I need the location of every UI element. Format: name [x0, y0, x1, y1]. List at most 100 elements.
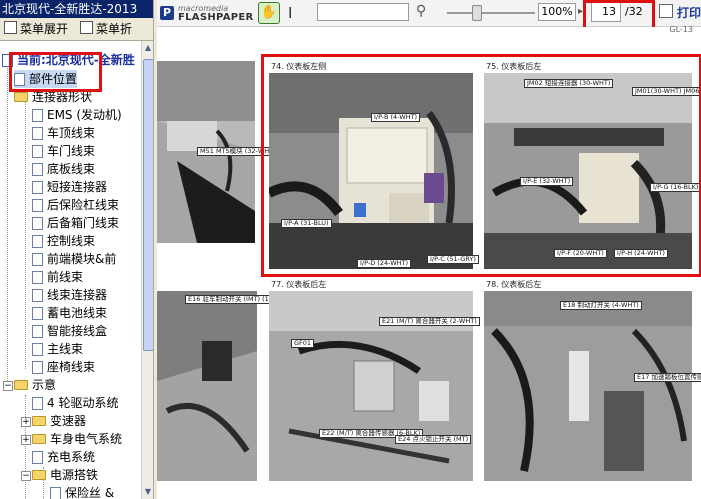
tree-item-schematic[interactable]: 示意 [14, 376, 56, 394]
tree-item-label: 后保险杠线束 [47, 198, 120, 212]
viewer-toolbar: P macromedia FLASHPAPER ✋ I ⚲ 100% ▸ 13 … [157, 0, 701, 30]
tree-guide-line [25, 395, 26, 499]
document-icon [32, 271, 43, 284]
document-icon [32, 109, 43, 122]
document-icon [32, 253, 43, 266]
tree-item-front-harness[interactable]: 前线束 [32, 268, 83, 286]
list-icon [80, 21, 93, 34]
tree-item-roof-harness[interactable]: 车顶线束 [32, 124, 95, 142]
expand-menu-button[interactable]: 菜单展开 [2, 20, 68, 38]
callout: E21 (M/T) 离合器开关 (2-WHT) [379, 317, 480, 326]
scrollbar-thumb[interactable] [143, 59, 153, 351]
text-select-icon[interactable]: I [288, 4, 292, 22]
parking-brake-photo [157, 291, 257, 481]
document-icon [32, 217, 43, 230]
tree-item-label: 电源搭铁 [50, 468, 99, 482]
tree-item-power-ground[interactable]: 电源搭铁 [32, 466, 98, 484]
document-icon [32, 235, 43, 248]
tree-item-joint-connector[interactable]: 短接连接器 [32, 178, 107, 196]
tree-item-harness-connector[interactable]: 线束连接器 [32, 286, 107, 304]
document-icon [32, 289, 43, 302]
tree-item-label: 充电系统 [47, 450, 96, 464]
tree-item-door-harness[interactable]: 车门线束 [32, 142, 95, 160]
tree-item-smart-junction-box[interactable]: 智能接线盒 [32, 322, 107, 340]
figure-photo [157, 291, 257, 481]
tree-item-main-harness[interactable]: 主线束 [32, 340, 83, 358]
tree-item-battery-harness[interactable]: 蓄电池线束 [32, 304, 107, 322]
highlight-box [583, 0, 655, 30]
tree-item-label: 车门线束 [47, 144, 96, 158]
flashpaper-icon: P [160, 6, 174, 20]
collapse-menu-button[interactable]: 菜单折 [78, 20, 132, 38]
tree-item-front-module[interactable]: 前端模块&前 [32, 250, 116, 268]
tree-item-label: 车顶线束 [47, 126, 96, 140]
tree-item-label: 连接器形状 [32, 90, 93, 104]
expand-toggle[interactable]: + [21, 435, 31, 445]
brake-pedal-photo [484, 291, 692, 481]
expand-menu-label: 菜单展开 [20, 22, 69, 36]
tree-item-floor-harness[interactable]: 底板线束 [32, 160, 95, 178]
expand-toggle[interactable]: + [21, 417, 31, 427]
tree-item-transmission[interactable]: 变速器 [32, 412, 86, 430]
hand-tool-icon[interactable]: ✋ [258, 2, 280, 24]
callout: E24 点火锁止开关 (MT) [395, 435, 472, 444]
document-icon [32, 325, 43, 338]
tree-item-ems[interactable]: EMS (发动机) [32, 106, 122, 124]
tree-scrollbar[interactable]: ▲ ▼ [141, 41, 153, 499]
document-icon [32, 397, 43, 410]
pdf-page: GL-13 M51 MTS模块 (32-WHT) 74. 仪表板左侧 I/P-B… [157, 25, 701, 499]
tree-item-label: 示意 [32, 378, 57, 392]
tree-item-label: 变速器 [50, 414, 87, 428]
highlight-box [9, 52, 102, 92]
tree-item-label: 线束连接器 [47, 288, 108, 302]
tree-item-label: 4 轮驱动系统 [47, 396, 119, 410]
tree-item-label: 底板线束 [47, 162, 96, 176]
tree-item-body-electrical[interactable]: 车身电气系统 [32, 430, 122, 448]
tree-item-label: 保险丝 & [65, 486, 115, 499]
collapse-toggle[interactable]: − [21, 471, 31, 481]
figure-76: E16 驻车制动开关 (IMT) (1-WHT) [157, 279, 292, 499]
document-icon [32, 199, 43, 212]
tree-item-label: 短接连接器 [47, 180, 108, 194]
folder-icon [32, 416, 46, 426]
tree-item-tailgate-harness[interactable]: 后备箱门线束 [32, 214, 119, 232]
search-icon[interactable]: ⚲ [416, 3, 426, 19]
zoom-slider-knob[interactable] [472, 5, 482, 21]
document-icon [32, 361, 43, 374]
tree-item-fuse[interactable]: 保险丝 & [50, 484, 114, 499]
collapse-toggle[interactable]: − [3, 381, 13, 391]
tree-item-4wd-system[interactable]: 4 轮驱动系统 [32, 394, 118, 412]
figure-photo [484, 291, 692, 481]
scroll-up-icon[interactable]: ▲ [142, 41, 153, 55]
page-header: GL-13 [669, 25, 693, 34]
print-button[interactable]: 打印 [677, 4, 701, 21]
callout: GF01 [291, 339, 315, 348]
list-icon [4, 21, 17, 34]
tree-item-label: 前线束 [47, 270, 84, 284]
tree-item-rear-bumper-harness[interactable]: 后保险杠线束 [32, 196, 119, 214]
figure-title: 77. 仪表板后左 [271, 280, 327, 289]
figure-73: M51 MTS模块 (32-WHT) [157, 51, 279, 246]
print-icon[interactable] [659, 4, 673, 18]
search-input[interactable] [317, 3, 409, 21]
zoom-field[interactable]: 100% [538, 3, 576, 21]
tree-item-label: 前端模块&前 [47, 252, 117, 266]
figure-77: 77. 仪表板后左 GF01 E21 (M/T) 离合器开关 (2-WHT) E… [269, 279, 480, 499]
menu-bar: 菜单展开 菜单折 [0, 18, 153, 41]
highlight-box [261, 54, 701, 277]
document-icon [32, 145, 43, 158]
tree-item-label: EMS (发动机) [47, 108, 122, 122]
scroll-down-icon[interactable]: ▼ [142, 485, 153, 499]
callout: E17 加速踏板位置传感器 (6-NLK) [634, 373, 701, 382]
folder-icon [32, 434, 46, 444]
document-icon [32, 343, 43, 356]
callout: E18 制动灯开关 (4-WHT) [560, 301, 642, 310]
zoom-slider[interactable] [447, 12, 535, 14]
document-viewer: P macromedia FLASHPAPER ✋ I ⚲ 100% ▸ 13 … [157, 0, 701, 499]
tree-item-charging-system[interactable]: 充电系统 [32, 448, 95, 466]
document-icon [32, 181, 43, 194]
tree-item-label: 控制线束 [47, 234, 96, 248]
tree-item-seat-harness[interactable]: 座椅线束 [32, 358, 95, 376]
tree-item-control-harness[interactable]: 控制线束 [32, 232, 95, 250]
brand-big: FLASHPAPER [178, 12, 254, 23]
